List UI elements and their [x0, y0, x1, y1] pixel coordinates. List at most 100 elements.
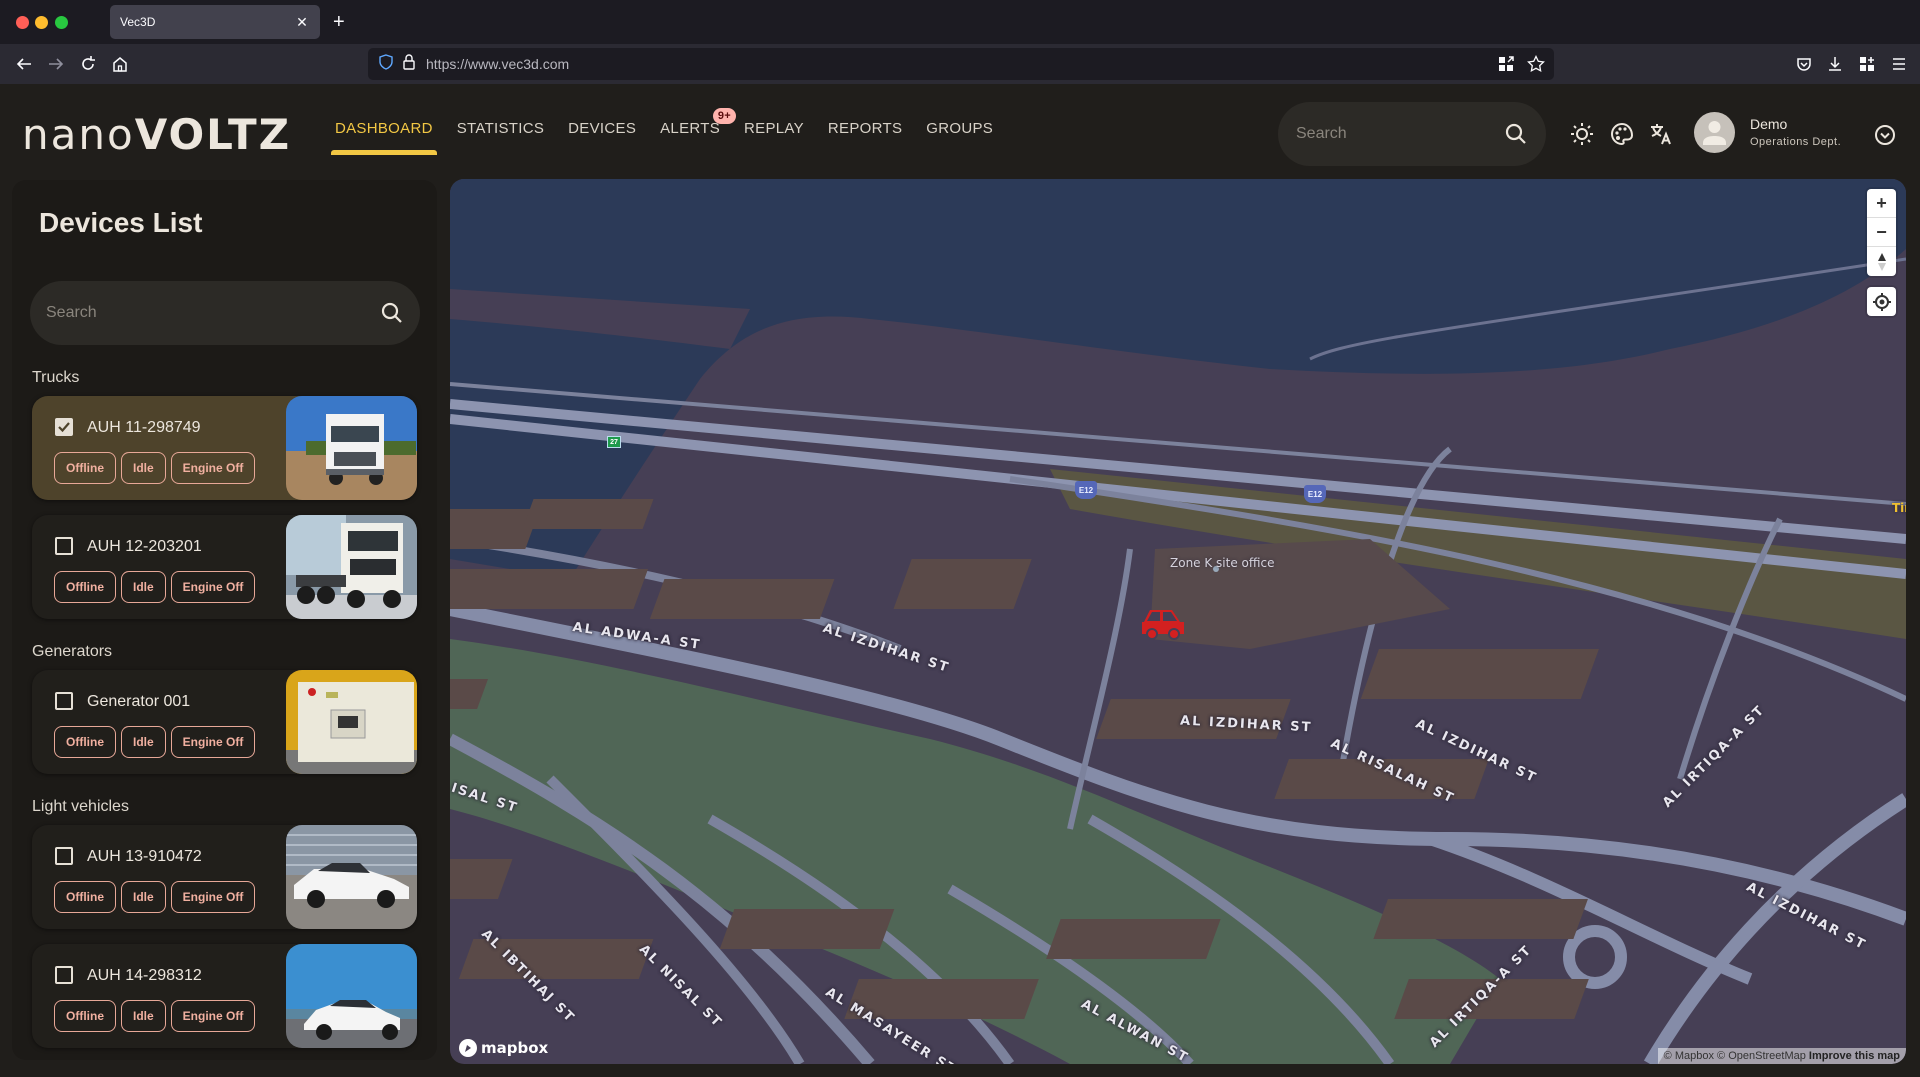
palette-icon[interactable] — [1609, 121, 1635, 147]
tracking-shield-icon[interactable] — [378, 53, 394, 75]
mapbox-logo-text: mapbox — [481, 1039, 549, 1057]
roundabout — [1563, 925, 1627, 989]
logo-power-o: o — [106, 110, 135, 159]
status-chip-idle[interactable]: Idle — [121, 881, 166, 913]
address-bar[interactable]: https://www.vec3d.com — [368, 48, 1554, 80]
group-label-generators: Generators — [32, 643, 113, 660]
pocket-icon[interactable] — [1792, 52, 1816, 76]
browser-tab[interactable]: Vec3D ✕ — [110, 5, 320, 39]
status-chip-engine[interactable]: Engine Off — [170, 1000, 256, 1032]
improve-map-link[interactable]: Improve this map — [1809, 1050, 1900, 1062]
search-icon[interactable] — [1504, 122, 1528, 146]
group-label-light-vehicles: Light vehicles — [32, 798, 129, 815]
header-search-input[interactable] — [1296, 125, 1504, 143]
device-name: AUH 11-298749 — [87, 419, 201, 436]
nav-label: GROUPS — [926, 120, 994, 137]
window-maximize-button[interactable] — [55, 16, 68, 29]
nav-label: REPLAY — [744, 120, 804, 137]
nav-replay[interactable]: REPLAY — [744, 120, 804, 160]
device-image-truck — [286, 515, 417, 619]
devices-sidebar: Devices List Trucks AUH 11-298749 Offlin… — [12, 180, 437, 1060]
status-chip-idle[interactable]: Idle — [121, 452, 166, 484]
new-tab-button[interactable]: + — [333, 9, 345, 35]
device-card[interactable]: AUH 14-298312 Offline Idle Engine Off — [32, 944, 417, 1048]
user-avatar[interactable] — [1694, 112, 1735, 153]
attribution-mapbox-link[interactable]: © Mapbox — [1664, 1050, 1714, 1062]
nav-statistics[interactable]: STATISTICS — [457, 120, 544, 160]
home-icon[interactable] — [108, 52, 132, 76]
nav-label: ALERTS — [660, 120, 721, 137]
url-text[interactable]: https://www.vec3d.com — [426, 56, 569, 72]
user-menu-chevron-down-icon[interactable] — [1874, 124, 1896, 146]
tab-close-icon[interactable]: ✕ — [294, 14, 310, 31]
device-image-car — [286, 944, 417, 1048]
nanovoltz-logo[interactable]: nanoVOLTZ — [22, 110, 291, 159]
device-checkbox[interactable] — [55, 537, 73, 555]
bookmark-star-icon[interactable] — [1526, 54, 1546, 74]
geolocate-icon — [1872, 292, 1891, 311]
forward-icon[interactable] — [44, 52, 68, 76]
nav-devices[interactable]: DEVICES — [568, 120, 636, 160]
devices-list-title: Devices List — [39, 207, 203, 238]
status-chip-idle[interactable]: Idle — [121, 571, 166, 603]
device-card[interactable]: Generator 001 Offline Idle Engine Off — [32, 670, 417, 774]
highway-shield-e12: E12 — [1075, 481, 1097, 499]
nav-label: DASHBOARD — [335, 120, 433, 137]
status-chip-offline[interactable]: Offline — [54, 452, 116, 484]
compass-reset-north-button[interactable] — [1867, 247, 1896, 276]
poi-label-edge: Tir — [1892, 501, 1906, 515]
status-chip-offline[interactable]: Offline — [54, 571, 116, 603]
status-chip-offline[interactable]: Offline — [54, 726, 116, 758]
device-name: AUH 12-203201 — [87, 538, 202, 555]
window-minimize-button[interactable] — [35, 16, 48, 29]
map-attribution: © Mapbox © OpenStreetMap Improve this ma… — [1657, 1048, 1906, 1064]
device-card[interactable]: AUH 12-203201 Offline Idle Engine Off — [32, 515, 417, 619]
lock-icon[interactable] — [402, 53, 416, 75]
reload-icon[interactable] — [76, 52, 100, 76]
zoom-in-button[interactable]: + — [1867, 189, 1896, 218]
vehicle-marker-car-icon[interactable] — [1140, 606, 1186, 640]
device-card[interactable]: AUH 11-298749 Offline Idle Engine Off — [32, 396, 417, 500]
nav-dashboard[interactable]: DASHBOARD — [331, 120, 437, 160]
main-nav: DASHBOARD STATISTICS DEVICES ALERTS 9+ RE… — [331, 108, 1017, 160]
status-chip-offline[interactable]: Offline — [54, 881, 116, 913]
status-chip-engine[interactable]: Engine Off — [170, 571, 256, 603]
nav-reports[interactable]: REPORTS — [828, 120, 902, 160]
highway-shield-e12: E12 — [1304, 485, 1326, 503]
device-card[interactable]: AUH 13-910472 Offline Idle Engine Off — [32, 825, 417, 929]
geolocate-button[interactable] — [1867, 287, 1896, 316]
status-chip-idle[interactable]: Idle — [121, 1000, 166, 1032]
qr-code-icon[interactable] — [1496, 54, 1516, 74]
nav-alerts[interactable]: ALERTS 9+ — [660, 108, 737, 160]
window-close-button[interactable] — [16, 16, 29, 29]
nav-groups[interactable]: GROUPS — [926, 120, 993, 160]
mapbox-logo[interactable]: mapbox — [458, 1038, 548, 1058]
back-icon[interactable] — [12, 52, 36, 76]
status-chip-engine[interactable]: Engine Off — [170, 881, 256, 913]
status-chip-engine[interactable]: Engine Off — [170, 726, 256, 758]
device-search — [30, 281, 420, 345]
user-department: Operations Dept. — [1750, 136, 1842, 148]
device-checkbox[interactable] — [55, 847, 73, 865]
light-mode-sun-icon[interactable] — [1569, 121, 1595, 147]
poi-label-site-office[interactable]: Zone K site office — [1170, 556, 1274, 570]
menu-hamburger-icon[interactable] — [1887, 52, 1911, 76]
logo-text-part: VOLTZ — [134, 110, 292, 159]
search-icon[interactable] — [380, 301, 404, 325]
status-chip-engine[interactable]: Engine Off — [170, 452, 256, 484]
translate-icon[interactable] — [1648, 121, 1674, 147]
group-label-trucks: Trucks — [32, 369, 80, 386]
extensions-icon[interactable] — [1855, 52, 1879, 76]
downloads-icon[interactable] — [1823, 52, 1847, 76]
device-search-input[interactable] — [46, 304, 380, 322]
status-chip-offline[interactable]: Offline — [54, 1000, 116, 1032]
device-checkbox[interactable] — [55, 418, 73, 436]
device-checkbox[interactable] — [55, 692, 73, 710]
device-checkbox[interactable] — [55, 966, 73, 984]
zoom-out-button[interactable]: − — [1867, 218, 1896, 247]
device-image-car — [286, 825, 417, 929]
attribution-osm-link[interactable]: © OpenStreetMap — [1717, 1050, 1806, 1062]
map-view[interactable]: 27 E12 E12 AL ADWA-A ST AL IZDIHAR ST AL… — [450, 179, 1906, 1064]
status-chip-idle[interactable]: Idle — [121, 726, 166, 758]
map-nav-controls: + − — [1867, 189, 1896, 276]
